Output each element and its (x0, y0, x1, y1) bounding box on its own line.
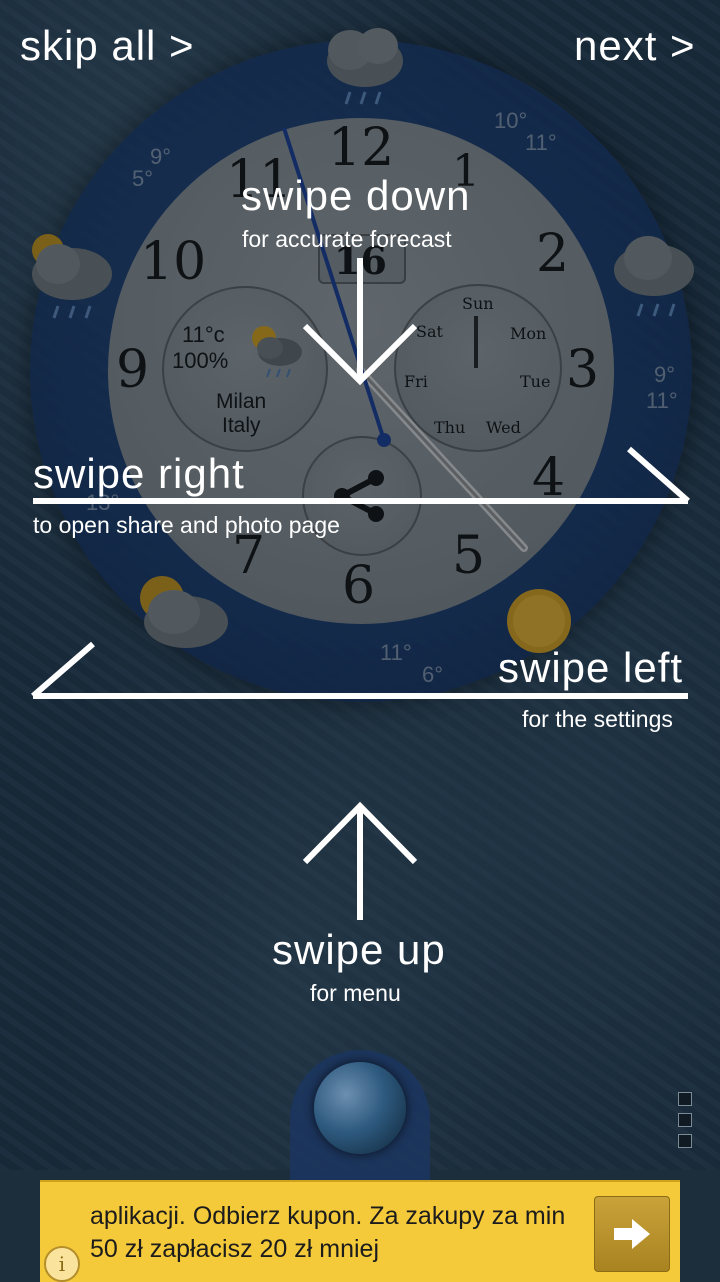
swipe-up-subtitle: for menu (310, 980, 401, 1006)
more-dot (678, 1113, 692, 1127)
arrow-right-icon (614, 1219, 650, 1249)
swipe-down-title: swipe down (241, 172, 471, 219)
swipe-right-title: swipe right (33, 450, 245, 497)
arrow-up-icon (302, 801, 418, 920)
more-dot (678, 1092, 692, 1106)
arrow-down-icon (302, 258, 418, 386)
ad-arrow-button[interactable] (594, 1196, 670, 1272)
globe-icon[interactable] (314, 1062, 406, 1154)
more-icon[interactable] (678, 1092, 692, 1155)
gesture-arrows (31, 258, 690, 920)
swipe-down-subtitle: for accurate forecast (242, 226, 452, 252)
swipe-right-subtitle: to open share and photo page (33, 512, 340, 538)
ad-text: aplikacji. Odbierz kupon. Za zakupy za m… (90, 1202, 566, 1263)
ad-banner[interactable]: aplikacji. Odbierz kupon. Za zakupy za m… (40, 1180, 680, 1282)
swipe-left-subtitle: for the settings (522, 706, 673, 732)
swipe-left-title: swipe left (498, 644, 684, 691)
info-icon[interactable]: i (44, 1246, 80, 1282)
swipe-up-title: swipe up (272, 926, 446, 973)
more-dot (678, 1134, 692, 1148)
